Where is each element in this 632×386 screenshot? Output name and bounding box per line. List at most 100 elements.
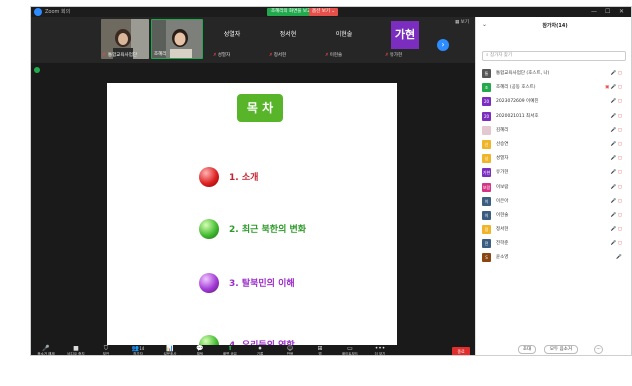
participant-status-icons: 🎤 ▢ <box>610 141 622 147</box>
avatar: 가현 <box>482 168 491 178</box>
participant-status-icons: 🎤 ▢ <box>610 156 622 162</box>
participant-status-icons: 🎤 ▢ <box>610 241 622 247</box>
title-bar: Zoom 회의 조혜리의 화면을 보고 있습니다 옵션 보기 ⌄ — ☐ ✕ <box>31 7 631 17</box>
record-button[interactable]: ⏺ 기록 <box>247 346 273 356</box>
unmute-button[interactable]: 🎤 음소거 해제 <box>33 346 59 356</box>
participant-name: 선승연 <box>496 141 509 147</box>
avatar <box>482 125 491 135</box>
unmute-label: 음소거 해제 <box>37 352 55 356</box>
participant-status-icons: 🎤 <box>616 255 622 261</box>
participant-count: 14 <box>139 346 145 351</box>
participant-name: 이은아 <box>496 198 509 204</box>
view-options-button[interactable]: 옵션 보기 ⌄ <box>309 8 339 16</box>
participant-row[interactable]: 통 통합교육사업단 (호스트, 나) 🎤 ▢ <box>482 67 626 81</box>
participant-name: 정서현 <box>496 227 509 233</box>
invite-button[interactable]: 초대 <box>518 345 536 354</box>
apps-label: 앱 <box>318 352 322 356</box>
green-bullet-icon <box>199 219 219 239</box>
participant-row[interactable]: 이 이현술 🎤 ▢ <box>482 209 626 223</box>
participant-row[interactable]: 김혜리 🎤 ▢ <box>482 124 626 138</box>
participant-name: 성열자 <box>496 156 509 162</box>
more-button[interactable]: ••• 더 보기 <box>367 346 393 356</box>
tile-display-name: 이현술 <box>335 31 353 38</box>
participant-row[interactable]: 조 조혜리 (공동 호스트) ▣ 🎤 ▢ <box>482 81 626 95</box>
participant-status-icons: ▣ 🎤 ▢ <box>605 85 622 91</box>
whiteboard-button[interactable]: ▭ 화이트보드 <box>337 346 363 356</box>
avatar: 이 <box>482 210 491 220</box>
maximize-icon[interactable]: ☐ <box>605 7 610 17</box>
meeting-toolbar: 🎤 음소거 해제 ■ 비디오 중지 ⛉ 보안 👥14 참가자 📊 설문조사 💬 채팅 ⬆ 화면… <box>31 345 475 356</box>
chat-button[interactable]: 💬 채팅 <box>187 346 213 356</box>
avatar: 이 <box>482 196 491 206</box>
end-meeting-button[interactable]: 종료 <box>452 347 470 355</box>
participant-search-input[interactable]: ⌕ 참가자 찾기 <box>482 51 626 61</box>
purple-bullet-icon <box>199 273 219 293</box>
participant-row[interactable]: 20 2020021011 최서호 🎤 ▢ <box>482 110 626 124</box>
tile-caption-text: 유가현 <box>389 53 403 58</box>
video-strip: ✗ 통합교육사업단 조혜리 성열자 ✗성열자 정서현 ✗정서현 이현술 ✗이현술… <box>31 17 475 63</box>
avatar: 보람 <box>482 182 491 192</box>
participant-status-icons: 🎤 ▢ <box>610 127 622 133</box>
video-tile-active[interactable]: 조혜리 <box>151 19 203 59</box>
chat-label: 채팅 <box>196 352 204 356</box>
participant-row[interactable]: 선 선승연 🎤 ▢ <box>482 138 626 152</box>
apps-button[interactable]: ⊞ 앱 <box>307 346 333 356</box>
participant-status-icons: 🎤 ▢ <box>610 212 622 218</box>
participant-row[interactable]: S 윤소영 🎤 <box>482 251 626 265</box>
tile-caption: ✗유가현 <box>385 52 402 58</box>
participant-row[interactable]: 성 성열자 🎤 ▢ <box>482 152 626 166</box>
participant-name: 전학준 <box>496 241 509 247</box>
participant-status-icons: 🎤 ▢ <box>610 227 622 233</box>
participant-name: 2020021011 최서호 <box>496 113 539 119</box>
security-label: 보안 <box>102 352 110 356</box>
avatar: 가현 <box>391 21 419 49</box>
panel-footer: 초대 모두 음소거 ··· <box>476 343 631 355</box>
polls-button[interactable]: 📊 설문조사 <box>157 346 183 356</box>
tile-name: 조혜리 <box>154 52 167 57</box>
red-bullet-icon <box>199 167 219 187</box>
avatar: 정 <box>482 225 491 235</box>
participant-name: 2023072609 이예진 <box>496 99 539 105</box>
video-tile[interactable]: ✗ 통합교육사업단 <box>101 19 149 59</box>
security-button[interactable]: ⛉ 보안 <box>93 346 119 356</box>
name-tile[interactable]: 가현 ✗유가현 <box>373 19 423 59</box>
participant-name: 이현술 <box>496 212 509 218</box>
close-icon[interactable]: ✕ <box>619 7 624 17</box>
stop-video-button[interactable]: ■ 비디오 중지 <box>63 346 89 356</box>
polls-label: 설문조사 <box>163 352 177 356</box>
participant-row[interactable]: 가현 유가현 🎤 ▢ <box>482 166 626 180</box>
participant-row[interactable]: 정 정서현 🎤 ▢ <box>482 223 626 237</box>
name-tile[interactable]: 이현술 ✗이현술 <box>319 19 369 59</box>
tile-display-name: 정서현 <box>279 31 297 38</box>
agenda-text: 1. 소개 <box>229 173 259 183</box>
tile-display-name: 성열자 <box>223 31 241 38</box>
panel-title: 참가자(14) <box>542 23 568 29</box>
participant-name: 윤소영 <box>496 255 509 261</box>
name-tile[interactable]: 정서현 ✗정서현 <box>263 19 313 59</box>
window-title: Zoom 회의 <box>45 9 71 15</box>
participant-row[interactable]: 보람 이보람 🎤 ▢ <box>482 181 626 195</box>
more-options-button[interactable]: ··· <box>594 345 603 354</box>
participant-status-icons: 🎤 ▢ <box>610 99 622 105</box>
next-page-button[interactable]: › <box>437 39 449 51</box>
share-screen-button[interactable]: ⬆ 화면 공유 <box>217 346 243 356</box>
participant-row[interactable]: 전 전학준 🎤 ▢ <box>482 237 626 251</box>
muted-mic-icon: ✗ <box>102 53 106 58</box>
participant-row[interactable]: 이 이은아 🎤 ▢ <box>482 195 626 209</box>
tile-caption: ✗성열자 <box>213 52 230 58</box>
participant-status-icons: 🎤 ▢ <box>610 184 622 190</box>
participant-status-icons: 🎤 ▢ <box>610 71 622 76</box>
avatar: 조 <box>482 83 491 93</box>
participant-row[interactable]: 20 2023072609 이예진 🎤 ▢ <box>482 95 626 109</box>
minimize-icon[interactable]: — <box>591 7 597 17</box>
avatar: 성 <box>482 154 491 164</box>
tile-name: 통합교육사업단 <box>108 53 137 58</box>
avatar: 20 <box>482 97 491 107</box>
reactions-button[interactable]: ☺ 반응 <box>277 346 303 356</box>
tile-caption: ✗정서현 <box>269 52 286 58</box>
name-tile[interactable]: 성열자 ✗성열자 <box>207 19 257 59</box>
view-toggle-button[interactable]: ▦ 보기 <box>455 19 469 25</box>
mute-all-button[interactable]: 모두 음소거 <box>544 345 578 354</box>
meeting-area: ✗ 통합교육사업단 조혜리 성열자 ✗성열자 정서현 ✗정서현 이현술 ✗이현술… <box>31 17 475 355</box>
participants-button[interactable]: 👥14 참가자 <box>125 346 151 356</box>
